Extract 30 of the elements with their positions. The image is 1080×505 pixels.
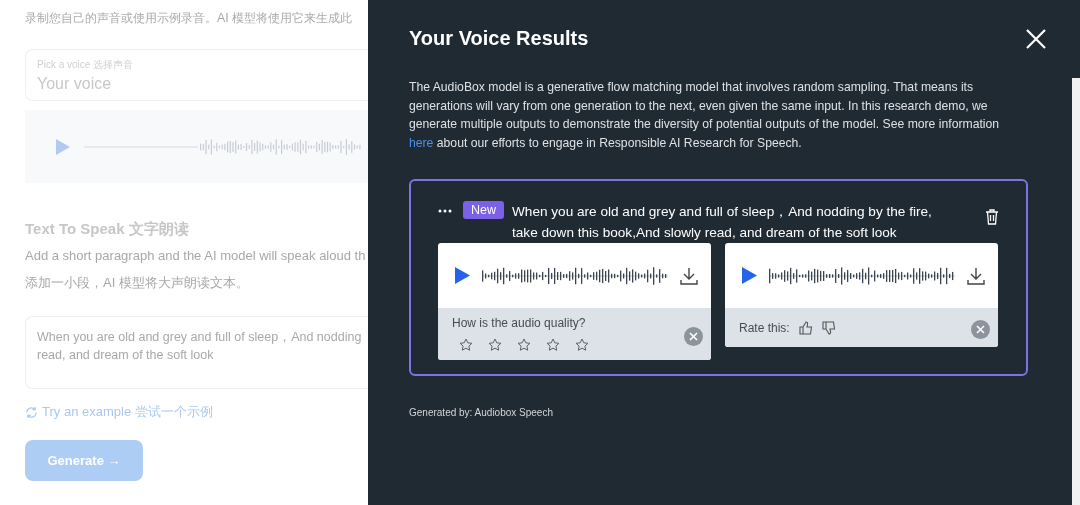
star-icon[interactable] (546, 338, 560, 353)
star-icon[interactable] (575, 338, 589, 353)
description-text: The AudioBox model is a generative flow matching model that involves random sampling. That means its generations will vary from one generation to the next, even given the same input. In this research demo, we generate multiple outputs to demonstrate the diversity of potential outputs of the model. See more information here about our efforts to engage in Responsible AI Research for Speech. (409, 79, 1001, 152)
play-icon[interactable] (742, 267, 757, 285)
refresh-icon (25, 405, 38, 419)
rating-prompt: Rate this: (739, 320, 790, 335)
here-link[interactable]: here (409, 135, 434, 150)
text-input-field[interactable]: When you are old and grey and full of sleep，And nodding read, and dream of the soft look (25, 316, 368, 389)
new-badge: New (463, 201, 504, 220)
intro-text: 录制您自己的声音或使用示例录音。AI 模型将使用它来生成此 (25, 10, 353, 27)
dismiss-icon[interactable] (684, 326, 703, 346)
star-icon[interactable] (517, 338, 531, 353)
panel-title: Your Voice Results (409, 27, 589, 50)
more-icon[interactable] (438, 209, 452, 214)
star-icon[interactable] (459, 338, 473, 353)
thumbs-down-icon[interactable] (821, 320, 836, 335)
section-title: Text To Speak 文字朗读 (25, 220, 189, 239)
dismiss-icon[interactable] (971, 320, 990, 340)
star-icon[interactable] (488, 338, 502, 353)
scrollbar[interactable] (1072, 78, 1080, 505)
footer-text: Generated by: Audiobox Speech (409, 407, 554, 419)
download-icon[interactable] (967, 266, 985, 285)
download-icon[interactable] (680, 266, 698, 285)
close-icon[interactable] (1026, 28, 1046, 49)
thumbs-up-icon[interactable] (798, 320, 813, 335)
play-icon[interactable] (455, 267, 470, 285)
result-text: When you are old and grey and full of sleep，And nodding by the fire, take down this book,And slowly read, and dream of the soft look (512, 203, 933, 243)
description-text: Add a short paragraph and the AI model will speak aloud th (25, 248, 366, 263)
rating-prompt: How is the audio quality? (452, 316, 587, 331)
trash-icon[interactable] (985, 209, 999, 226)
